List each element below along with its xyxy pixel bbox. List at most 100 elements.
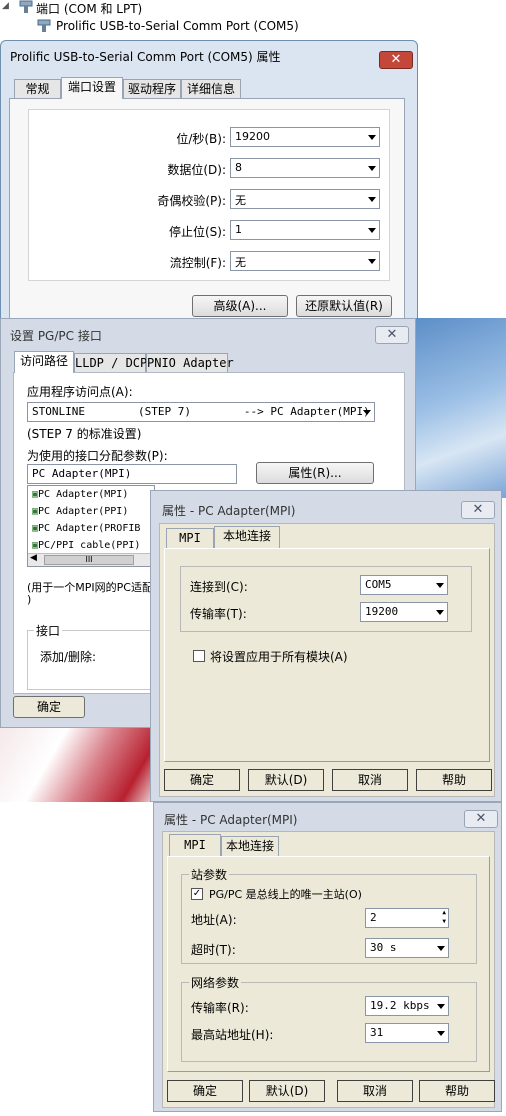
apply-all-checkbox[interactable] [193,650,205,662]
list-item[interactable]: ▣PC Adapter(PPI) [32,506,128,517]
cancel-button[interactable]: 取消 [332,769,408,791]
window-title: Prolific USB-to-Serial Comm Port (COM5) … [10,50,281,64]
tab-port-settings[interactable]: 端口设置 [61,77,123,99]
close-button[interactable]: ✕ [379,51,413,69]
interface-list[interactable]: ▣PC Adapter(MPI) ▣PC Adapter(PPI) ▣PC Ad… [27,485,155,567]
access-point-label: 应用程序访问点(A): [27,385,133,399]
background-photo [415,318,506,498]
pc-adapter-local-window: 属性 - PC Adapter(MPI) ✕ MPI 本地连接 连接到(C): … [150,490,502,802]
tab-lldp-dcp[interactable]: LLDP / DCP [74,353,147,373]
chevron-down-icon [368,197,376,202]
access-point-note: (STEP 7 的标准设置) [27,427,142,441]
transmission-rate-select[interactable]: 19200 [360,602,448,622]
station-params-label: 站参数 [189,866,230,883]
interface-group-label: 接口 [34,622,63,639]
stopbits-select[interactable]: 1 [230,220,380,240]
chevron-down-icon [368,259,376,264]
horizontal-scrollbar[interactable]: ◀ III [28,553,154,566]
timeout-select[interactable]: 30 s [365,938,449,958]
list-item[interactable]: ▣PC Adapter(PROFIB [32,523,140,534]
chevron-down-icon [437,1031,445,1036]
properties-button[interactable]: 属性(R)... [256,462,374,484]
only-master-checkbox[interactable]: ✓ [191,888,203,900]
spin-down-icon[interactable]: ▼ [442,918,446,925]
only-master-label[interactable]: PG/PC 是总线上的唯一主站(O) [209,886,362,902]
address-label: 地址(A): [191,913,237,927]
help-button[interactable]: 帮助 [416,769,492,791]
apply-all-label[interactable]: 将设置应用于所有模块(A) [210,648,348,665]
tree-expand-icon[interactable]: ◢ [2,1,9,11]
window-title: 属性 - PC Adapter(MPI) [162,504,296,518]
window-title: 设置 PG/PC 接口 [10,329,102,343]
tab-pnio-adapter[interactable]: PNIO Adapter [146,353,234,373]
access-point-select[interactable]: STONLINE (STEP 7) --> PC Adapter(MPI) [27,402,375,422]
chevron-down-icon [436,610,444,615]
parity-label: 奇偶校验(P): [157,194,226,208]
stopbits-label: 停止位(S): [168,225,226,239]
flow-control-label: 流控制(F): [169,256,226,270]
transmission-rate-label: 传输率(T): [190,607,247,621]
default-button[interactable]: 默认(D) [249,1080,325,1102]
timeout-label: 超时(T): [191,943,236,957]
tab-details[interactable]: 详细信息 [181,79,241,99]
chevron-down-icon [368,228,376,233]
advanced-button[interactable]: 高级(A)... [192,295,288,317]
ok-button[interactable]: 确定 [167,1080,243,1102]
tree-category-label[interactable]: 端口 (COM 和 LPT) [36,0,142,17]
highest-station-select[interactable]: 31 [365,1023,449,1043]
chevron-down-icon [437,946,445,951]
connect-to-label: 连接到(C): [190,580,248,594]
connect-to-select[interactable]: COM5 [360,575,448,595]
tab-local-connection[interactable]: 本地连接 [214,526,280,548]
help-button[interactable]: 帮助 [419,1080,495,1102]
default-button[interactable]: 默认(D) [248,769,324,791]
databits-label: 数据位(D): [167,163,226,177]
ok-button[interactable]: 确定 [164,769,240,791]
parity-select[interactable]: 无 [230,189,380,209]
chevron-down-icon [368,135,376,140]
tab-driver[interactable]: 驱动程序 [123,79,181,99]
network-params-group [181,982,477,1062]
port-settings-panel: 位/秒(B): 19200 数据位(D): 8 奇偶校验(P): 无 停止位(S… [9,98,405,328]
usb-port-icon [37,19,51,32]
list-item[interactable]: ▣PC Adapter(MPI) [32,489,128,500]
tab-access-path[interactable]: 访问路径 [14,351,74,373]
address-spinner[interactable]: 2 ▲ ▼ [365,908,449,928]
dialog-body: MPI 本地连接 站参数 ✓ PG/PC 是总线上的唯一主站(O) 地址(A):… [162,831,495,1108]
close-button[interactable]: ✕ [464,810,498,828]
databits-select[interactable]: 8 [230,158,380,178]
tab-local-connection[interactable]: 本地连接 [221,836,279,856]
device-tree: ◢ 端口 (COM 和 LPT) Prolific USB-to-Serial … [0,0,506,42]
scroll-thumb[interactable]: III [44,555,134,565]
network-params-label: 网络参数 [189,974,242,991]
port-icon [19,0,33,13]
transmission-rate-select[interactable]: 19.2 kbps [365,996,449,1016]
flow-control-select[interactable]: 无 [230,251,380,271]
pc-adapter-mpi-window: 属性 - PC Adapter(MPI) ✕ MPI 本地连接 站参数 ✓ PG… [153,802,502,1112]
ok-button[interactable]: 确定 [13,696,85,718]
list-item[interactable]: ▣PC/PPI cable(PPI) [32,540,140,551]
tab-mpi[interactable]: MPI [166,528,214,548]
tab-general[interactable]: 常规 [14,79,61,99]
hint-text-close: ) [27,593,32,606]
tree-device-label[interactable]: Prolific USB-to-Serial Comm Port (COM5) [56,19,299,33]
chevron-down-icon [363,410,371,415]
baud-select[interactable]: 19200 [230,127,380,147]
dialog-body: MPI 本地连接 连接到(C): COM5 传输率(T): 19200 将设置应… [159,523,495,797]
hint-text: (用于一个MPI网的PC适配 [27,581,153,594]
interface-params-label: 为使用的接口分配参数(P): [27,449,168,463]
spin-up-icon[interactable]: ▲ [442,909,446,916]
highest-station-label: 最高站地址(H): [191,1028,274,1042]
com-port-properties-window: Prolific USB-to-Serial Comm Port (COM5) … [0,40,418,330]
interface-params-field[interactable]: PC Adapter(MPI) [27,464,237,484]
transmission-rate-label: 传输率(R): [191,1001,249,1015]
background-photo-lower [0,728,150,802]
scroll-left-icon[interactable]: ◀ [30,553,37,563]
restore-defaults-button[interactable]: 还原默认值(R) [296,295,392,317]
close-button[interactable]: ✕ [375,326,409,344]
chevron-down-icon [436,583,444,588]
close-button[interactable]: ✕ [461,501,495,519]
tab-mpi[interactable]: MPI [169,834,221,856]
chevron-down-icon [437,1004,445,1009]
cancel-button[interactable]: 取消 [337,1080,413,1102]
